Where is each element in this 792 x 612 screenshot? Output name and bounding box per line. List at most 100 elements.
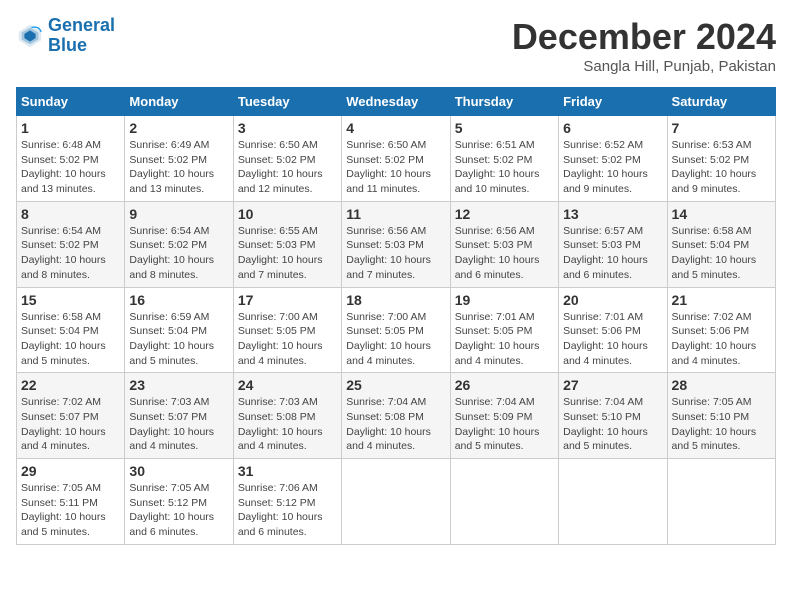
day-info: Sunrise: 7:06 AM Sunset: 5:12 PM Dayligh… xyxy=(238,481,337,540)
day-info: Sunrise: 7:03 AM Sunset: 5:07 PM Dayligh… xyxy=(129,395,228,454)
day-number: 22 xyxy=(21,377,120,393)
day-info: Sunrise: 7:01 AM Sunset: 5:06 PM Dayligh… xyxy=(563,310,662,369)
day-info: Sunrise: 7:05 AM Sunset: 5:11 PM Dayligh… xyxy=(21,481,120,540)
day-info: Sunrise: 6:54 AM Sunset: 5:02 PM Dayligh… xyxy=(129,224,228,283)
day-info: Sunrise: 7:04 AM Sunset: 5:09 PM Dayligh… xyxy=(455,395,554,454)
day-number: 27 xyxy=(563,377,662,393)
day-info: Sunrise: 7:05 AM Sunset: 5:10 PM Dayligh… xyxy=(672,395,771,454)
day-info: Sunrise: 6:49 AM Sunset: 5:02 PM Dayligh… xyxy=(129,138,228,197)
day-info: Sunrise: 6:59 AM Sunset: 5:04 PM Dayligh… xyxy=(129,310,228,369)
logo-line2: Blue xyxy=(48,35,87,55)
day-info: Sunrise: 6:50 AM Sunset: 5:02 PM Dayligh… xyxy=(346,138,445,197)
day-header-monday: Monday xyxy=(125,88,233,116)
day-number: 5 xyxy=(455,120,554,136)
day-cell: 22 Sunrise: 7:02 AM Sunset: 5:07 PM Dayli… xyxy=(17,373,125,459)
day-info: Sunrise: 6:55 AM Sunset: 5:03 PM Dayligh… xyxy=(238,224,337,283)
day-info: Sunrise: 6:56 AM Sunset: 5:03 PM Dayligh… xyxy=(455,224,554,283)
day-cell: 11Sunrise: 6:56 AM Sunset: 5:03 PM Dayli… xyxy=(342,201,450,287)
day-number: 3 xyxy=(238,120,337,136)
day-number: 8 xyxy=(21,206,120,222)
day-info: Sunrise: 6:48 AM Sunset: 5:02 PM Dayligh… xyxy=(21,138,120,197)
logo: General Blue xyxy=(16,16,115,56)
day-cell: 10 Sunrise: 6:55 AM Sunset: 5:03 PM Dayli… xyxy=(233,201,341,287)
day-number: 24 xyxy=(238,377,337,393)
day-cell: 17Sunrise: 7:00 AM Sunset: 5:05 PM Dayli… xyxy=(233,287,341,373)
day-cell: 20 Sunrise: 7:01 AM Sunset: 5:06 PM Dayli… xyxy=(559,287,667,373)
day-cell: 30 Sunrise: 7:05 AM Sunset: 5:12 PM Dayli… xyxy=(125,459,233,545)
day-info: Sunrise: 6:51 AM Sunset: 5:02 PM Dayligh… xyxy=(455,138,554,197)
day-number: 1 xyxy=(21,120,120,136)
day-info: Sunrise: 7:04 AM Sunset: 5:08 PM Dayligh… xyxy=(346,395,445,454)
day-number: 2 xyxy=(129,120,228,136)
day-number: 9 xyxy=(129,206,228,222)
day-header-sunday: Sunday xyxy=(17,88,125,116)
day-cell xyxy=(342,459,450,545)
day-cell: 27Sunrise: 7:04 AM Sunset: 5:10 PM Dayli… xyxy=(559,373,667,459)
week-row-3: 15 Sunrise: 6:58 AM Sunset: 5:04 PM Dayli… xyxy=(17,287,776,373)
day-info: Sunrise: 7:05 AM Sunset: 5:12 PM Dayligh… xyxy=(129,481,228,540)
day-cell: 19Sunrise: 7:01 AM Sunset: 5:05 PM Dayli… xyxy=(450,287,558,373)
day-cell: 29Sunrise: 7:05 AM Sunset: 5:11 PM Dayli… xyxy=(17,459,125,545)
logo-text: General Blue xyxy=(48,16,115,56)
day-number: 15 xyxy=(21,292,120,308)
logo-line1: General xyxy=(48,15,115,35)
day-info: Sunrise: 7:02 AM Sunset: 5:07 PM Dayligh… xyxy=(21,395,120,454)
day-number: 26 xyxy=(455,377,554,393)
day-number: 7 xyxy=(672,120,771,136)
day-number: 4 xyxy=(346,120,445,136)
day-cell: 25 Sunrise: 7:04 AM Sunset: 5:08 PM Dayli… xyxy=(342,373,450,459)
day-number: 17 xyxy=(238,292,337,308)
day-header-tuesday: Tuesday xyxy=(233,88,341,116)
day-cell: 18 Sunrise: 7:00 AM Sunset: 5:05 PM Dayli… xyxy=(342,287,450,373)
day-cell: 28 Sunrise: 7:05 AM Sunset: 5:10 PM Dayli… xyxy=(667,373,775,459)
day-info: Sunrise: 7:00 AM Sunset: 5:05 PM Dayligh… xyxy=(346,310,445,369)
day-cell: 6 Sunrise: 6:52 AM Sunset: 5:02 PM Daylig… xyxy=(559,116,667,202)
week-row-5: 29Sunrise: 7:05 AM Sunset: 5:11 PM Dayli… xyxy=(17,459,776,545)
day-info: Sunrise: 6:53 AM Sunset: 5:02 PM Dayligh… xyxy=(672,138,771,197)
day-cell: 16Sunrise: 6:59 AM Sunset: 5:04 PM Dayli… xyxy=(125,287,233,373)
day-cell: 8 Sunrise: 6:54 AM Sunset: 5:02 PM Daylig… xyxy=(17,201,125,287)
day-header-saturday: Saturday xyxy=(667,88,775,116)
day-number: 28 xyxy=(672,377,771,393)
day-info: Sunrise: 6:52 AM Sunset: 5:02 PM Dayligh… xyxy=(563,138,662,197)
day-info: Sunrise: 6:58 AM Sunset: 5:04 PM Dayligh… xyxy=(21,310,120,369)
day-cell: 9 Sunrise: 6:54 AM Sunset: 5:02 PM Daylig… xyxy=(125,201,233,287)
day-number: 14 xyxy=(672,206,771,222)
day-number: 31 xyxy=(238,463,337,479)
day-number: 12 xyxy=(455,206,554,222)
day-cell: 3Sunrise: 6:50 AM Sunset: 5:02 PM Daylig… xyxy=(233,116,341,202)
day-cell: 4 Sunrise: 6:50 AM Sunset: 5:02 PM Daylig… xyxy=(342,116,450,202)
day-cell: 5 Sunrise: 6:51 AM Sunset: 5:02 PM Daylig… xyxy=(450,116,558,202)
day-number: 18 xyxy=(346,292,445,308)
day-cell xyxy=(559,459,667,545)
day-cell: 31 Sunrise: 7:06 AM Sunset: 5:12 PM Dayli… xyxy=(233,459,341,545)
day-cell xyxy=(450,459,558,545)
day-number: 6 xyxy=(563,120,662,136)
day-number: 30 xyxy=(129,463,228,479)
day-cell xyxy=(667,459,775,545)
calendar-table: SundayMondayTuesdayWednesdayThursdayFrid… xyxy=(16,87,776,545)
logo-icon xyxy=(16,22,44,50)
day-number: 23 xyxy=(129,377,228,393)
week-row-4: 22 Sunrise: 7:02 AM Sunset: 5:07 PM Dayli… xyxy=(17,373,776,459)
day-number: 11 xyxy=(346,206,445,222)
week-row-2: 8 Sunrise: 6:54 AM Sunset: 5:02 PM Daylig… xyxy=(17,201,776,287)
day-number: 21 xyxy=(672,292,771,308)
day-number: 20 xyxy=(563,292,662,308)
location: Sangla Hill, Punjab, Pakistan xyxy=(512,58,776,75)
day-number: 19 xyxy=(455,292,554,308)
day-info: Sunrise: 6:54 AM Sunset: 5:02 PM Dayligh… xyxy=(21,224,120,283)
header: General Blue December 2024 Sangla Hill, … xyxy=(16,16,776,75)
day-cell: 13Sunrise: 6:57 AM Sunset: 5:03 PM Dayli… xyxy=(559,201,667,287)
day-cell: 26 Sunrise: 7:04 AM Sunset: 5:09 PM Dayli… xyxy=(450,373,558,459)
day-cell: 24Sunrise: 7:03 AM Sunset: 5:08 PM Dayli… xyxy=(233,373,341,459)
day-cell: 23 Sunrise: 7:03 AM Sunset: 5:07 PM Dayli… xyxy=(125,373,233,459)
day-number: 13 xyxy=(563,206,662,222)
day-cell: 21 Sunrise: 7:02 AM Sunset: 5:06 PM Dayli… xyxy=(667,287,775,373)
day-number: 25 xyxy=(346,377,445,393)
month-title: December 2024 xyxy=(512,16,776,58)
day-info: Sunrise: 7:02 AM Sunset: 5:06 PM Dayligh… xyxy=(672,310,771,369)
day-cell: 14Sunrise: 6:58 AM Sunset: 5:04 PM Dayli… xyxy=(667,201,775,287)
day-cell: 12 Sunrise: 6:56 AM Sunset: 5:03 PM Dayli… xyxy=(450,201,558,287)
day-number: 10 xyxy=(238,206,337,222)
